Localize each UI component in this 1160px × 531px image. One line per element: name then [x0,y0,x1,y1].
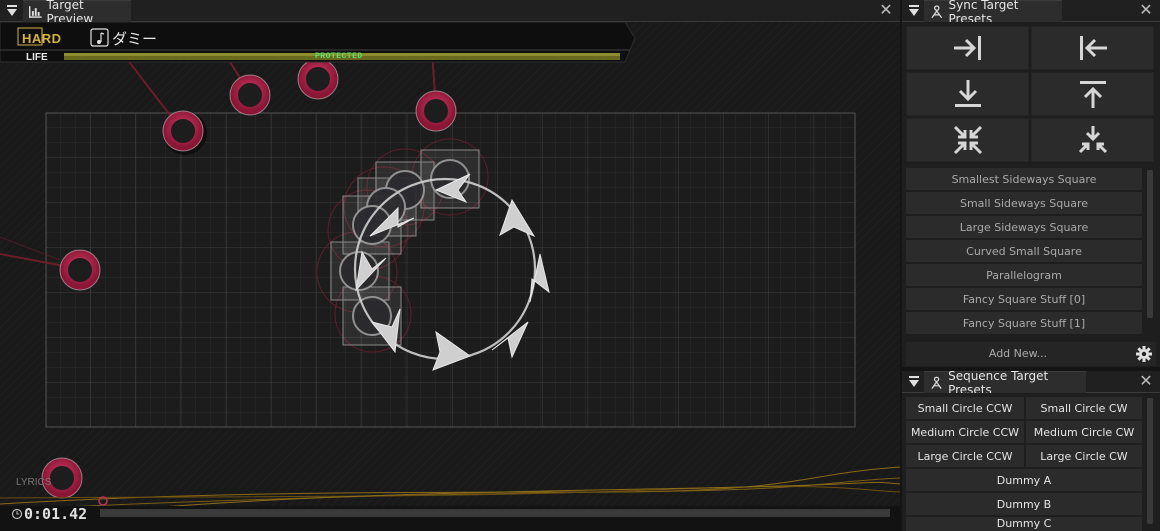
sequence-preset-button[interactable]: Dummy C [906,517,1142,531]
gear-icon[interactable] [1134,344,1154,364]
sync-tab-bar: Sync Target Presets ✕ [902,0,1160,26]
preview-scene [0,22,900,531]
sequence-tab-bar: Sequence Target Presets ✕ [902,369,1160,397]
sequence-preset-button[interactable]: Medium Circle CW [1026,421,1142,443]
close-icon[interactable]: ✕ [1138,2,1154,18]
tab-sync-target-presets[interactable]: Sync Target Presets [924,0,1062,26]
sequence-preset-button[interactable]: Large Circle CCW [906,445,1024,467]
align-top-icon [1079,81,1106,108]
preset-list-scrollbar[interactable] [1147,170,1153,318]
timeline-scrubber[interactable] [100,487,890,495]
sequence-preset-button[interactable]: Dummy A [906,469,1142,491]
ring-target [297,58,339,100]
align-top-button[interactable] [1031,72,1154,116]
add-new-row: Add New... [906,342,1156,366]
close-icon[interactable]: ✕ [878,2,894,18]
sequence-preset-button[interactable]: Small Circle CCW [906,397,1024,419]
compress-button[interactable] [906,118,1029,162]
preview-menu-icon[interactable] [4,0,20,22]
stack-icon [1078,126,1107,154]
protected-label: PROTECTED [315,52,363,61]
align-right-icon [953,36,981,60]
song-name: ダミー [112,30,158,48]
tab-sequence-target-presets[interactable]: Sequence Target Presets [924,369,1086,397]
sequence-preset-button[interactable]: Medium Circle CCW [906,421,1024,443]
add-new-button[interactable]: Add New... [906,342,1130,366]
align-left-button[interactable] [1031,26,1154,70]
ring-target [162,110,207,155]
align-bottom-icon [954,80,981,107]
tab-target-preview[interactable]: Target Preview [23,0,131,26]
preset-item[interactable]: Fancy Square Stuff [0] [906,288,1142,310]
preset-item[interactable]: Small Sideways Square [906,192,1142,214]
align-right-button[interactable] [906,26,1029,70]
sequence-preset-button[interactable]: Dummy B [906,493,1142,515]
align-left-icon [1079,36,1107,60]
person-icon [931,376,942,389]
preset-item[interactable]: Large Sideways Square [906,216,1142,238]
life-label: LIFE [26,52,48,63]
sync-menu-icon[interactable] [906,0,922,22]
close-icon[interactable]: ✕ [1138,373,1154,389]
sequence-preset-button[interactable]: Small Circle CW [1026,397,1142,419]
preset-item[interactable]: Curved Small Square [906,240,1142,262]
lyrics-label: LYRICS [16,477,52,488]
preset-item[interactable]: Fancy Square Stuff [1] [906,312,1142,334]
difficulty-label: HARD [22,31,62,46]
preview-tab-bar: Target Preview ✕ [0,0,900,26]
sequence-list-scrollbar[interactable] [1147,398,1153,524]
preset-item[interactable]: Parallelogram [906,264,1142,286]
sequence-preset-button[interactable]: Large Circle CW [1026,445,1142,467]
preset-item[interactable]: Smallest Sideways Square [906,168,1142,190]
align-bottom-button[interactable] [906,72,1029,116]
ring-target [415,90,457,132]
ring-target [229,74,271,116]
compress-icon [953,125,982,155]
person-icon [931,4,943,18]
bar-chart-icon [29,5,42,18]
stack-button[interactable] [1031,118,1154,162]
timer-readout: 0:01.42 [24,505,88,523]
sequence-menu-icon[interactable] [906,371,922,393]
target-preview-canvas[interactable]: HARD ダミー LIFE PROTECTED LYRICS 0:01.42 [0,22,900,531]
ring-target [59,249,101,291]
